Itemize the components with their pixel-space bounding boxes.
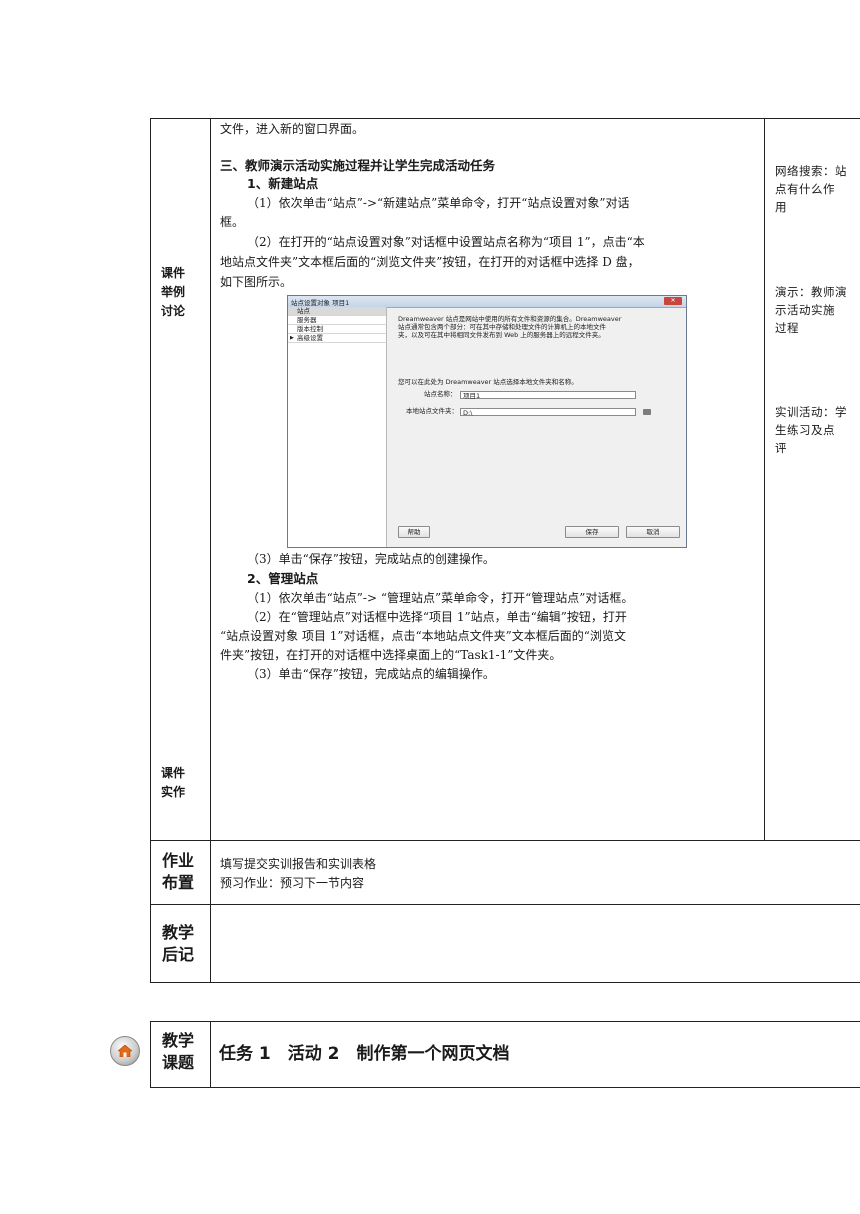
dialog-description: Dreamweaver 站点是网站中使用的所有文件和资源的集合。Dreamwea… (398, 315, 622, 339)
side-note-web-search: 网络搜索：站 点有什么作 用 (775, 164, 847, 214)
table-bottom-border (150, 982, 860, 983)
cancel-button[interactable]: 取消 (626, 526, 680, 538)
expand-arrow-icon: ▶ (290, 335, 294, 341)
site-name-label: 站点名称： (424, 390, 457, 398)
table-notes-column-border (764, 118, 765, 841)
subsection-heading: 1、新建站点 (247, 176, 319, 191)
content-line: （1）依次单击“站点”->“新建站点”菜单命令，打开“站点设置对象”对话 (247, 196, 630, 210)
table-left-border (150, 118, 151, 983)
table-divider-homework (150, 840, 860, 841)
dialog-hint: 您可以在此处为 Dreamweaver 站点选择本地文件夹和名称。 (398, 378, 578, 386)
content-line: （3）单击“保存”按钮，完成站点的创建操作。 (247, 552, 495, 566)
table-label-column-border (210, 118, 211, 983)
content-line: （2）在“管理站点”对话框中选择“项目 1”站点，单击“编辑”按钮，打开 (247, 610, 627, 624)
table-divider-postscript (150, 904, 860, 905)
subsection-heading: 2、管理站点 (247, 571, 319, 586)
content-line: 如下图所示。 (220, 275, 293, 289)
dialog-nav-item-version-control[interactable]: 版本控制 (288, 325, 386, 334)
row-label-courseware-example: 课件 举例 讨论 (161, 266, 186, 318)
close-icon[interactable]: ✕ (664, 297, 682, 305)
homework-line: 填写提交实训报告和实训表格 (220, 857, 377, 871)
topic-table-left-border (150, 1021, 151, 1088)
homework-line: 预习作业：预习下一节内容 (220, 876, 365, 890)
dialog-nav-item-advanced[interactable]: ▶ 高级设置 (288, 334, 386, 343)
content-line: 地站点文件夹”文本框后面的“浏览文件夹”按钮，在打开的对话框中选择 D 盘， (220, 255, 640, 269)
save-button[interactable]: 保存 (565, 526, 619, 538)
topic-table-bottom-border (150, 1087, 860, 1088)
content-line: （1）依次单击“站点”-> “管理站点”菜单命令，打开“管理站点”对话框。 (247, 591, 634, 605)
house-icon (118, 1045, 132, 1057)
dialog-nav-item-server[interactable]: 服务器 (288, 316, 386, 325)
local-folder-label: 本地站点文件夹： (406, 407, 458, 415)
dialog-nav-item-site[interactable]: 站点 (288, 307, 386, 316)
section-heading: 三、教师演示活动实施过程并让学生完成活动任务 (220, 158, 496, 173)
content-line: “站点设置对象 项目 1”对话框，点击“本地站点文件夹”文本框后面的“浏览文 (220, 629, 626, 643)
site-name-input[interactable]: 项目1 (460, 391, 636, 400)
side-note-demo: 演示：教师演 示活动实施 过程 (775, 285, 847, 335)
help-button[interactable]: 帮助 (398, 526, 430, 538)
content-line: 件夹”按钮，在打开的对话框中选择桌面上的“Task1-1”文件夹。 (220, 648, 562, 662)
row-label-courseware-practice: 课件 实作 (161, 766, 186, 799)
browse-folder-icon[interactable] (643, 409, 651, 415)
home-icon[interactable] (110, 1036, 140, 1066)
table-top-border (150, 118, 860, 119)
content-line: （2）在打开的“站点设置对象”对话框中设置站点名称为“项目 1”，点击“本 (247, 235, 645, 249)
topic-table-label-border (210, 1021, 211, 1088)
topic-table-top-border (150, 1021, 860, 1022)
dialog-title: 站点设置对象 项目1 (291, 299, 350, 307)
row-label-homework: 作业 布置 (162, 851, 195, 892)
content-line: （3）单击“保存”按钮，完成站点的编辑操作。 (247, 667, 495, 681)
dialog-nav: 站点 服务器 版本控制 ▶ 高级设置 (288, 307, 387, 547)
next-topic-title: 任务 1 活动 2 制作第一个网页文档 (219, 1044, 510, 1064)
content-line: 框。 (220, 215, 245, 229)
content-line: 文件，进入新的窗口界面。 (220, 122, 365, 136)
local-folder-input[interactable]: D:\ (460, 408, 636, 417)
side-note-practice: 实训活动：学 生练习及点 评 (775, 405, 847, 455)
site-setup-dialog-screenshot: 站点设置对象 项目1 ✕ 站点 服务器 版本控制 ▶ 高级设置 Dreamweav… (287, 295, 687, 548)
row-label-postscript: 教学 后记 (162, 923, 195, 964)
row-label-topic: 教学 课题 (162, 1031, 195, 1072)
